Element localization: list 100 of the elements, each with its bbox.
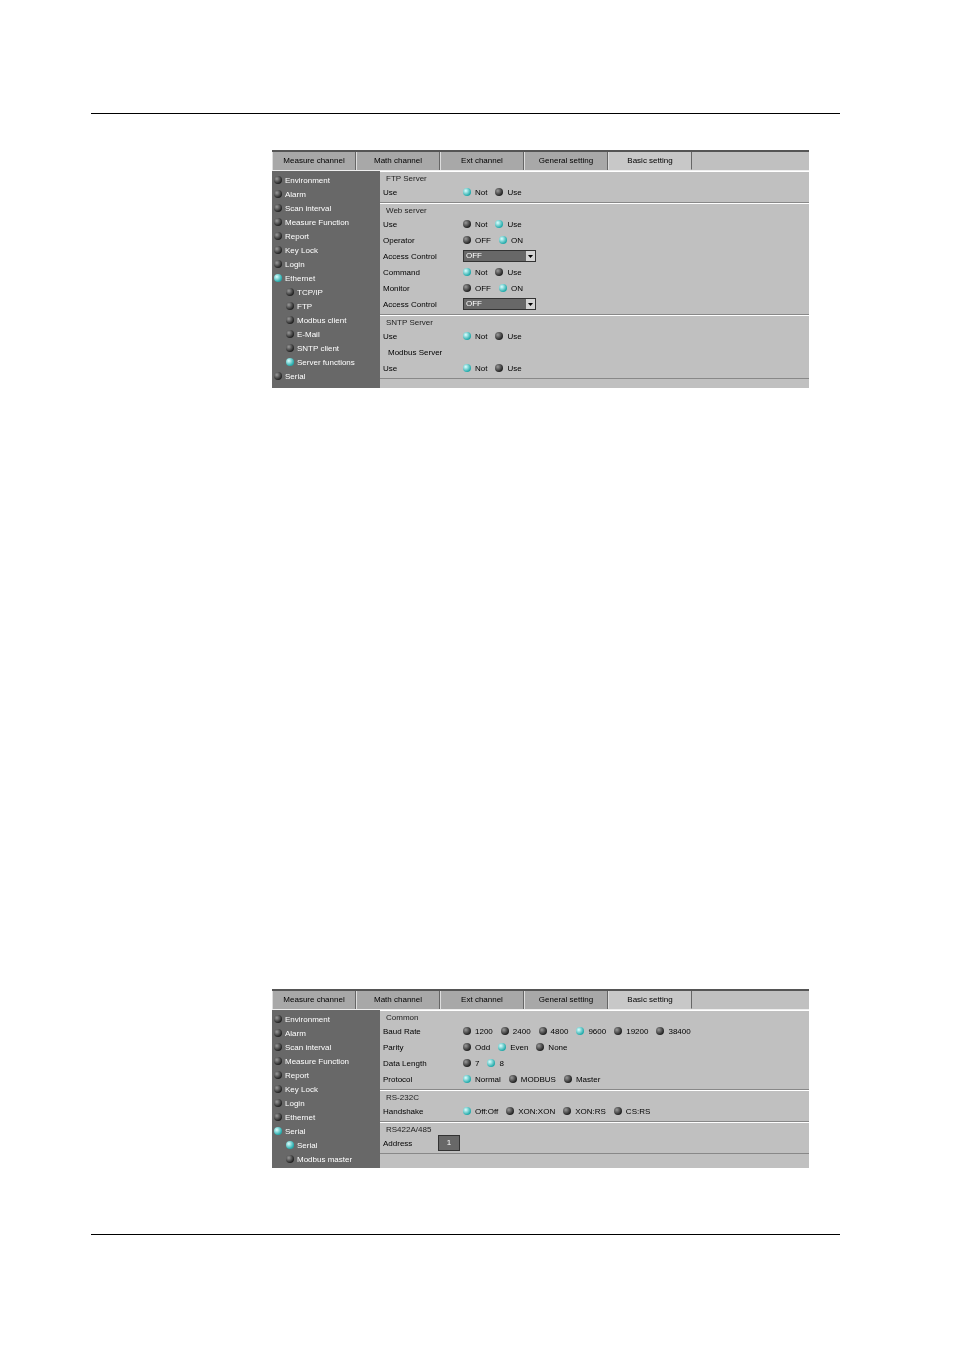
sidebar-item[interactable]: SNTP client <box>297 343 340 353</box>
sidebar-item[interactable]: Login <box>285 259 305 269</box>
tab[interactable]: Measure channel <box>272 991 356 1009</box>
radio-label[interactable]: Not <box>475 331 488 341</box>
sidebar-item[interactable]: Serial <box>285 371 306 381</box>
tab[interactable]: Math channel <box>356 991 440 1009</box>
radio-label[interactable]: Normal <box>475 1074 501 1084</box>
sidebar-item[interactable]: Report <box>285 1070 309 1080</box>
radio-label[interactable]: CS:RS <box>625 1106 651 1116</box>
radio-indicator[interactable] <box>463 1059 471 1067</box>
radio-label[interactable]: Odd <box>475 1042 491 1052</box>
radio-indicator[interactable] <box>495 364 504 372</box>
input-field[interactable]: 1 <box>438 1135 460 1151</box>
tab[interactable]: Basic setting <box>608 991 692 1009</box>
radio-indicator[interactable] <box>463 268 471 276</box>
radio-indicator[interactable] <box>656 1027 665 1035</box>
radio-label[interactable]: Use <box>507 267 522 277</box>
radio-indicator[interactable] <box>463 1027 471 1035</box>
radio-label[interactable]: 7 <box>475 1058 480 1068</box>
radio-indicator[interactable] <box>506 1107 515 1115</box>
radio-indicator[interactable] <box>463 284 471 292</box>
radio-indicator[interactable] <box>463 220 471 228</box>
sidebar-item[interactable]: Measure Function <box>285 217 350 227</box>
radio-label[interactable]: Off:Off <box>475 1106 499 1116</box>
radio-label[interactable]: MODBUS <box>520 1074 556 1084</box>
radio-label[interactable]: Not <box>475 267 488 277</box>
tab[interactable]: Basic setting <box>608 152 692 170</box>
sidebar-item[interactable]: Server functions <box>297 357 355 367</box>
tab[interactable]: General setting <box>524 152 608 170</box>
sidebar-item[interactable]: Serial <box>285 1126 306 1136</box>
sidebar-item[interactable]: Serial <box>297 1140 318 1150</box>
radio-indicator[interactable] <box>563 1075 572 1083</box>
radio-label[interactable]: Use <box>507 187 522 197</box>
sidebar-item[interactable]: Alarm <box>285 189 306 199</box>
sidebar-item[interactable]: Modbus client <box>297 315 347 325</box>
sidebar-item[interactable]: Scan interval <box>285 203 332 213</box>
sidebar-item[interactable]: Environment <box>285 175 330 185</box>
radio-label[interactable]: Not <box>475 363 488 373</box>
radio-indicator[interactable] <box>463 1107 471 1115</box>
radio-label[interactable]: 2400 <box>512 1026 531 1036</box>
radio-indicator[interactable] <box>463 1075 471 1083</box>
radio-label[interactable]: XON:RS <box>575 1106 606 1116</box>
sidebar-item[interactable]: TCP/IP <box>297 287 323 297</box>
sidebar-item[interactable]: Environment <box>285 1014 330 1024</box>
sidebar-item[interactable]: E-Mail <box>297 329 320 339</box>
radio-indicator[interactable] <box>495 332 504 340</box>
radio-label[interactable]: 9600 <box>588 1026 607 1036</box>
tab[interactable]: Ext channel <box>440 991 524 1009</box>
radio-label[interactable]: OFF <box>475 235 491 245</box>
radio-indicator[interactable] <box>495 220 504 228</box>
radio-label[interactable]: XON:XON <box>518 1106 556 1116</box>
sidebar-item[interactable]: Scan interval <box>285 1042 332 1052</box>
radio-label[interactable]: OFF <box>475 283 491 293</box>
tab[interactable]: General setting <box>524 991 608 1009</box>
sidebar-item[interactable]: Key Lock <box>285 1084 318 1094</box>
radio-label[interactable]: Not <box>475 187 488 197</box>
radio-label[interactable]: ON <box>511 235 523 245</box>
radio-label[interactable]: 38400 <box>668 1026 691 1036</box>
radio-indicator[interactable] <box>495 268 504 276</box>
radio-indicator[interactable] <box>463 236 471 244</box>
radio-indicator[interactable] <box>498 1043 507 1051</box>
sidebar-item[interactable]: Key Lock <box>285 245 318 255</box>
radio-label[interactable]: 8 <box>499 1058 504 1068</box>
tab[interactable]: Ext channel <box>440 152 524 170</box>
radio-label[interactable]: Not <box>475 219 488 229</box>
radio-indicator[interactable] <box>495 188 504 196</box>
sidebar-item[interactable]: FTP <box>297 301 313 311</box>
radio-label[interactable]: 1200 <box>475 1026 493 1036</box>
radio-label[interactable]: None <box>548 1042 568 1052</box>
radio-indicator[interactable] <box>499 284 507 292</box>
tab[interactable]: Math channel <box>356 152 440 170</box>
radio-indicator[interactable] <box>463 364 471 372</box>
radio-indicator[interactable] <box>508 1075 517 1083</box>
radio-indicator[interactable] <box>576 1027 585 1035</box>
radio-label[interactable]: 4800 <box>550 1026 569 1036</box>
radio-label[interactable]: Use <box>507 331 522 341</box>
radio-label[interactable]: 19200 <box>626 1026 649 1036</box>
radio-indicator[interactable] <box>536 1043 545 1051</box>
sidebar-item[interactable]: Login <box>285 1098 305 1108</box>
radio-indicator[interactable] <box>499 236 507 244</box>
radio-label[interactable]: ON <box>511 283 523 293</box>
radio-indicator[interactable] <box>487 1059 496 1067</box>
radio-indicator[interactable] <box>613 1107 622 1115</box>
radio-indicator[interactable] <box>614 1027 623 1035</box>
tab[interactable]: Measure channel <box>272 152 356 170</box>
radio-label[interactable]: Use <box>507 363 522 373</box>
dropdown[interactable]: OFF <box>463 250 536 262</box>
radio-indicator[interactable] <box>463 1043 471 1051</box>
sidebar-item[interactable]: Alarm <box>285 1028 306 1038</box>
sidebar-item[interactable]: Modbus master <box>297 1154 353 1164</box>
radio-label[interactable]: Use <box>507 219 522 229</box>
radio-indicator[interactable] <box>463 188 471 196</box>
radio-label[interactable]: Master <box>575 1074 601 1084</box>
radio-indicator[interactable] <box>563 1107 572 1115</box>
sidebar-item[interactable]: Report <box>285 231 309 241</box>
radio-indicator[interactable] <box>538 1027 547 1035</box>
sidebar-item[interactable]: Ethernet <box>285 1112 316 1122</box>
radio-indicator[interactable] <box>463 332 471 340</box>
radio-label[interactable]: Even <box>510 1042 529 1052</box>
dropdown[interactable]: OFF <box>463 298 536 310</box>
